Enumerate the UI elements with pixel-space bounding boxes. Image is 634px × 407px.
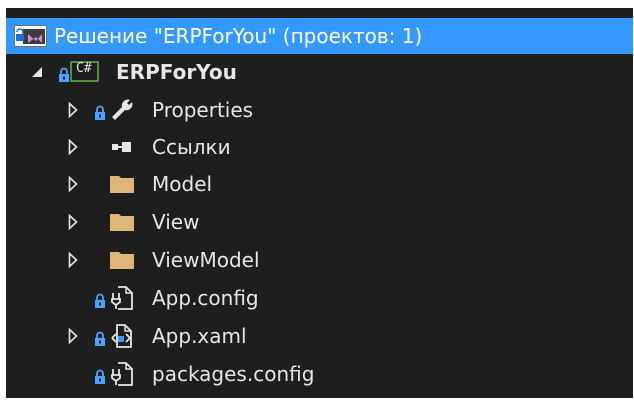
solution-icon bbox=[14, 23, 48, 49]
lock-icon bbox=[94, 328, 106, 346]
app-config-label: App.config bbox=[152, 286, 259, 310]
config-file-icon bbox=[108, 361, 136, 387]
collapsed-arrow-icon[interactable] bbox=[66, 250, 80, 270]
folder-icon bbox=[108, 209, 136, 235]
folder-icon bbox=[108, 247, 136, 273]
app-xaml-label: App.xaml bbox=[152, 324, 247, 348]
lock-icon bbox=[94, 102, 106, 120]
xaml-file-icon bbox=[108, 323, 136, 349]
solution-explorer-tree: Решение "ERPForYou" (проектов: 1) C# ERP… bbox=[6, 8, 633, 398]
collapsed-arrow-icon[interactable] bbox=[66, 212, 80, 232]
model-folder-label: Model bbox=[152, 172, 213, 196]
tree-item-app-xaml[interactable]: App.xaml bbox=[6, 318, 633, 354]
lock-icon bbox=[58, 64, 70, 82]
folder-icon bbox=[108, 171, 136, 197]
collapsed-arrow-icon[interactable] bbox=[66, 174, 80, 194]
solution-label: Решение "ERPForYou" (проектов: 1) bbox=[54, 24, 423, 48]
lock-icon bbox=[94, 290, 106, 308]
collapsed-arrow-icon[interactable] bbox=[66, 326, 80, 346]
tree-item-app-config[interactable]: App.config bbox=[6, 280, 633, 316]
tree-item-viewmodel-folder[interactable]: ViewModel bbox=[6, 242, 633, 278]
tree-item-packages-config[interactable]: packages.config bbox=[6, 356, 633, 392]
collapsed-arrow-icon[interactable] bbox=[66, 100, 80, 120]
config-file-icon bbox=[108, 285, 136, 311]
wrench-icon bbox=[108, 97, 136, 123]
tree-item-references[interactable]: Ссылки bbox=[6, 129, 633, 165]
collapsed-arrow-icon[interactable] bbox=[66, 137, 80, 157]
lock-icon bbox=[94, 366, 106, 384]
references-label: Ссылки bbox=[152, 135, 231, 159]
properties-label: Properties bbox=[152, 98, 254, 122]
tree-item-properties[interactable]: Properties bbox=[6, 92, 633, 128]
project-label: ERPForYou bbox=[116, 60, 237, 84]
expanded-arrow-icon[interactable] bbox=[30, 62, 44, 82]
tree-item-view-folder[interactable]: View bbox=[6, 204, 633, 240]
packages-config-label: packages.config bbox=[152, 362, 315, 386]
tree-item-model-folder[interactable]: Model bbox=[6, 166, 633, 202]
view-folder-label: View bbox=[152, 210, 200, 234]
viewmodel-folder-label: ViewModel bbox=[152, 248, 260, 272]
references-icon bbox=[108, 134, 136, 160]
tree-item-solution[interactable]: Решение "ERPForYou" (проектов: 1) bbox=[6, 18, 633, 54]
csharp-project-icon: C# bbox=[70, 59, 100, 85]
project-lang-badge: C# bbox=[76, 61, 92, 76]
tree-item-project[interactable]: C# ERPForYou bbox=[6, 54, 633, 90]
